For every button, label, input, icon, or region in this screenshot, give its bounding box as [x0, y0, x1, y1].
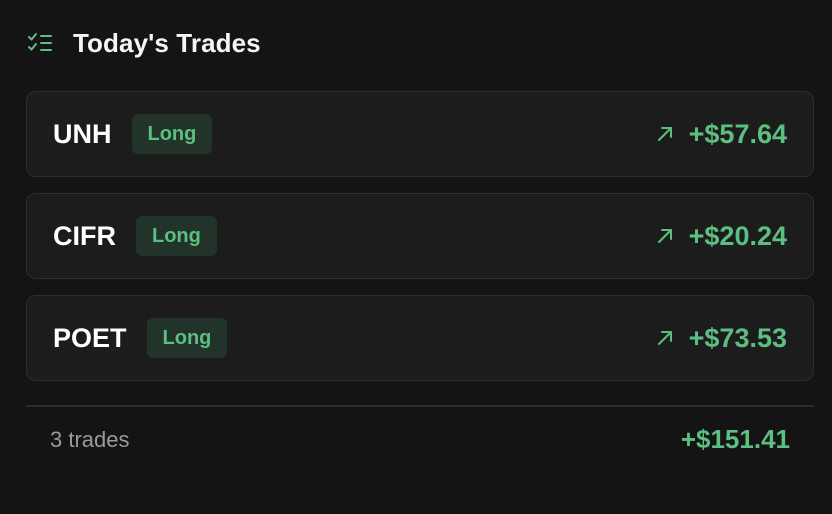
- total-pnl: +$151.41: [680, 424, 790, 454]
- arrow-up-right-icon: [655, 124, 675, 144]
- trade-pnl: +$20.24: [688, 220, 787, 251]
- trade-row[interactable]: UNH Long +$57.64: [26, 91, 814, 177]
- arrow-up-right-icon: [655, 328, 675, 348]
- page-title: Today's Trades: [73, 27, 261, 58]
- trades-header: Today's Trades: [27, 26, 261, 60]
- trade-row[interactable]: CIFR Long +$20.24: [26, 193, 814, 279]
- side-badge: Long: [136, 216, 217, 256]
- arrow-up-right-icon: [655, 226, 675, 246]
- trade-list: UNH Long +$57.64 CIFR Long +$20.24 POET …: [26, 91, 814, 397]
- trade-row[interactable]: POET Long +$73.53: [26, 295, 814, 381]
- side-badge: Long: [131, 114, 213, 154]
- trade-pnl: +$57.64: [688, 118, 787, 149]
- trade-symbol: CIFR: [53, 220, 116, 251]
- checklist-icon: [27, 31, 55, 55]
- divider: [26, 405, 814, 407]
- trade-symbol: UNH: [53, 118, 112, 149]
- trade-count: 3 trades: [50, 426, 130, 452]
- trade-pnl: +$73.53: [688, 322, 787, 353]
- trades-summary: 3 trades +$151.41: [50, 424, 790, 455]
- trade-symbol: POET: [53, 322, 127, 353]
- side-badge: Long: [146, 318, 228, 358]
